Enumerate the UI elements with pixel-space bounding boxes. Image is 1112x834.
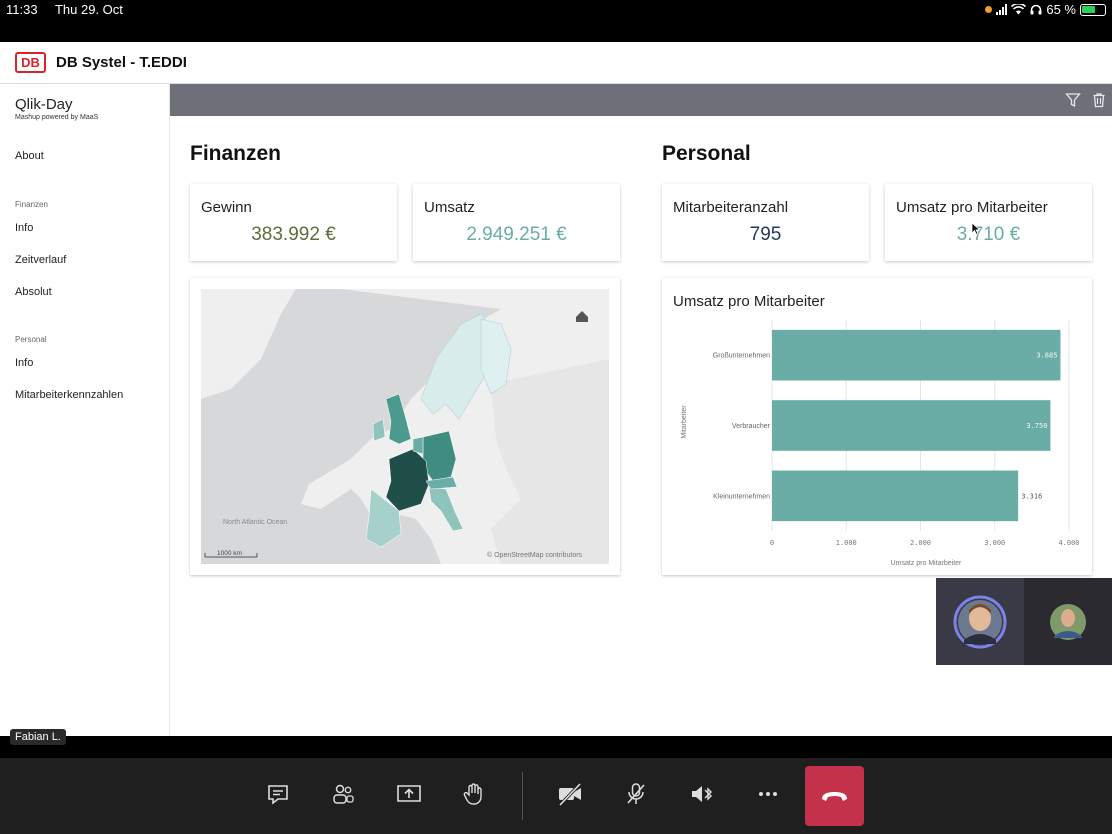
ios-status-bar: 11:33 Thu 29. Oct 65 % <box>0 0 1112 20</box>
battery-percent: 65 % <box>1046 2 1076 17</box>
participants-icon[interactable] <box>330 781 356 807</box>
share-screen-icon[interactable] <box>396 781 422 807</box>
trash-icon[interactable] <box>1091 92 1107 108</box>
hang-up-icon <box>822 792 847 801</box>
chat-icon[interactable] <box>265 781 291 807</box>
chart-bar[interactable] <box>772 329 1061 381</box>
video-tile-participant[interactable] <box>1024 578 1112 665</box>
map-attribution: © OpenStreetMap contributors <box>487 551 583 559</box>
kpi-value: 2.949.251 € <box>466 224 567 245</box>
kpi-label: Mitarbeiteranzahl <box>673 199 789 216</box>
chart-category-label: Kleinunternehmen <box>713 493 770 500</box>
kpi-value: 383.992 € <box>251 224 336 245</box>
headphones-icon <box>1030 4 1042 15</box>
chart-bar[interactable] <box>772 400 1051 451</box>
camera-off-icon[interactable] <box>557 781 583 807</box>
wifi-icon <box>1011 4 1027 15</box>
chart-tick-label: 1.000 <box>836 539 857 547</box>
finanzen-title: Finanzen <box>190 142 282 165</box>
mouse-cursor-icon <box>971 222 981 235</box>
sidebar-item-mitarbeiterkennzahlen[interactable]: Mitarbeiterkennzahlen <box>15 389 123 401</box>
sidebar-item-finanzen-info[interactable]: Info <box>15 222 33 234</box>
map-panel: North Atlantic Ocean 1000 km © OpenStree… <box>190 278 620 575</box>
call-bar-divider <box>522 772 523 820</box>
hang-up-button[interactable] <box>805 766 864 826</box>
kpi-umsatz-pro-mitarbeiter[interactable]: Umsatz pro Mitarbeiter 3.710 € <box>885 184 1092 261</box>
selection-toolbar <box>170 84 1112 116</box>
map-ocean-label: North Atlantic Ocean <box>223 519 287 526</box>
chart-tick-label: 4.000 <box>1058 539 1079 547</box>
kpi-value: 795 <box>749 224 782 245</box>
sidebar-section-finanzen: Finanzen <box>15 200 48 209</box>
sidebar-section-personal: Personal <box>15 335 47 344</box>
kpi-umsatz[interactable]: Umsatz 2.949.251 € <box>413 184 620 261</box>
participant-avatar <box>953 595 1007 649</box>
chart-data-label: 3.750 <box>1026 422 1047 430</box>
recording-dot-icon <box>985 6 993 13</box>
ipad-screen: 11:33 Thu 29. Oct 65 % DB DB Systel - T.… <box>0 0 1112 834</box>
participant-name-label: Fabian L. <box>10 729 66 745</box>
sidebar: Qlik-Day Mashup powered by MaaS About Fi… <box>0 84 170 736</box>
kpi-value: 3.710 € <box>956 224 1021 245</box>
chart-panel: Umsatz pro Mitarbeiter 3.885 3.750 3.316 G… <box>662 278 1092 575</box>
video-tile-self[interactable] <box>936 578 1024 665</box>
bar-chart[interactable]: Umsatz pro Mitarbeiter 3.885 3.750 3.316 G… <box>662 278 1092 575</box>
europe-map[interactable]: North Atlantic Ocean 1000 km © OpenStree… <box>201 289 609 564</box>
db-logo: DB <box>15 52 46 73</box>
app-title: DB Systel - T.EDDI <box>56 54 187 71</box>
chart-tick-label: 0 <box>770 539 774 547</box>
sidebar-subtitle: Mashup powered by MaaS <box>15 114 99 121</box>
kpi-label: Umsatz <box>424 199 475 216</box>
mic-off-icon[interactable] <box>623 781 649 807</box>
sidebar-title: Qlik-Day <box>15 96 73 113</box>
more-options-icon[interactable] <box>755 781 781 807</box>
chart-category-label: Großunternehmen <box>713 353 770 360</box>
chart-bar[interactable] <box>772 470 1019 522</box>
participant-avatar <box>1050 604 1086 640</box>
kpi-mitarbeiteranzahl[interactable]: Mitarbeiteranzahl 795 <box>662 184 869 261</box>
chart-title: Umsatz pro Mitarbeiter <box>673 293 825 310</box>
bluetooth-speaker-icon[interactable] <box>689 781 715 807</box>
chart-tick-label: 2.000 <box>910 539 931 547</box>
sidebar-item-personal-info[interactable]: Info <box>15 357 33 369</box>
personal-title: Personal <box>662 142 751 165</box>
chart-tick-label: 3.000 <box>984 539 1005 547</box>
chart-ylabel: Mitarbeiter <box>681 405 688 439</box>
sidebar-item-about[interactable]: About <box>15 150 44 162</box>
map-scale-label: 1000 km <box>217 550 242 557</box>
battery-icon <box>1080 3 1106 16</box>
sidebar-item-zeitverlauf[interactable]: Zeitverlauf <box>15 254 66 266</box>
app-header: DB DB Systel - T.EDDI <box>0 42 1112 84</box>
chart-xlabel: Umsatz pro Mitarbeiter <box>891 560 962 567</box>
chart-data-label: 3.316 <box>1021 492 1042 500</box>
raise-hand-icon[interactable] <box>461 781 487 807</box>
date: Thu 29. Oct <box>54 2 123 17</box>
sidebar-item-absolut[interactable]: Absolut <box>15 286 52 298</box>
call-control-bar <box>0 758 1112 834</box>
kpi-gewinn[interactable]: Gewinn 383.992 € <box>190 184 397 261</box>
filter-icon[interactable] <box>1065 92 1081 108</box>
cellular-signal-icon <box>996 4 1008 15</box>
clock: 11:33 <box>6 2 38 17</box>
kpi-label: Umsatz pro Mitarbeiter <box>896 199 1048 216</box>
kpi-label: Gewinn <box>201 199 252 216</box>
chart-data-label: 3.885 <box>1036 352 1057 360</box>
chart-category-label: Verbraucher <box>732 423 771 430</box>
